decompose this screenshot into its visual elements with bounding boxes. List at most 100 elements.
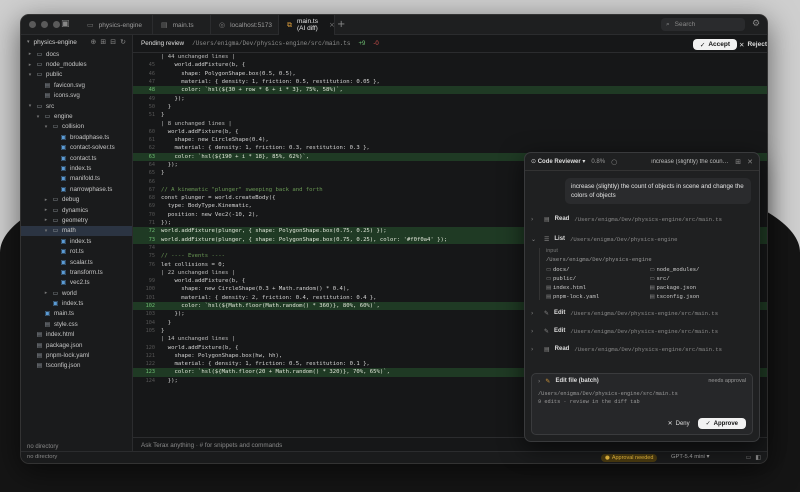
file-item[interactable]: ▣ index.ts: [21, 298, 132, 308]
file-item[interactable]: ▣ broadphase.ts: [21, 132, 132, 142]
file-item[interactable]: ▣ manifold.ts: [21, 174, 132, 184]
project-name: physics-engine: [33, 38, 77, 46]
tree-item-label: index.ts: [62, 300, 84, 308]
accept-button[interactable]: ✓ Accept: [692, 39, 737, 50]
chat-title: increase (slightly) the count o...: [651, 158, 730, 165]
model-selector[interactable]: GPT-5.4 mini ▾: [671, 454, 709, 460]
tree-item-label: docs: [46, 50, 60, 58]
code-text: });: [161, 162, 178, 168]
file-icon: ▤: [161, 21, 168, 29]
file-item[interactable]: ▣ contact-solver.ts: [21, 143, 132, 153]
terminal-icon[interactable]: ▭: [746, 454, 752, 461]
collapse-icon[interactable]: ⊟: [110, 38, 116, 46]
tab-ai-diff[interactable]: ⧉ main.ts (AI diff) ×: [279, 15, 335, 35]
file-item[interactable]: ▣ transform.ts: [21, 267, 132, 277]
file-item[interactable]: ▤ style.css: [21, 319, 132, 329]
folder-item[interactable]: ▾ ▭ public: [21, 70, 132, 80]
tree-item-label: geometry: [62, 216, 88, 224]
edit-card-body: /Users/enigma/Dev/physics-engine/src/mai…: [538, 391, 678, 405]
file-icon: ▣: [60, 248, 67, 256]
unchanged-lines-marker[interactable]: | 44 unchanged lines |: [133, 53, 767, 61]
file-item[interactable]: ▣ contact.ts: [21, 153, 132, 163]
chevron-down-icon[interactable]: ▾: [27, 39, 30, 45]
tree-item-label: index.ts: [70, 164, 92, 172]
chevron-right-icon: ▸: [44, 290, 48, 297]
approval-badge[interactable]: ● Approval needed: [601, 453, 658, 462]
tab-localhost[interactable]: ◎ localhost:5173: [211, 15, 279, 35]
folder-item[interactable]: ▸ ▭ debug: [21, 194, 132, 204]
directory-status: no directory: [27, 454, 58, 460]
file-item[interactable]: ▣ main.ts: [21, 309, 132, 319]
reject-button[interactable]: ✕ Reject: [739, 39, 767, 50]
code-text: });: [161, 95, 185, 102]
tool-edit-2[interactable]: › ✎ Edit /Users/enigma/Dev/physics-engin…: [531, 324, 753, 338]
sidebar-toggle-icon[interactable]: ▣: [61, 19, 70, 29]
file-item[interactable]: ▤ pnpm-lock.yaml: [21, 350, 132, 360]
maximize-window-button[interactable]: [53, 21, 60, 28]
file-icon: ▣: [44, 310, 51, 318]
check-icon: ✓: [699, 40, 706, 49]
folder-item[interactable]: ▸ ▭ dynamics: [21, 205, 132, 215]
file-item[interactable]: ▣ vec2.ts: [21, 278, 132, 288]
deletions-count: -0: [373, 40, 379, 47]
chevron-right-icon: ›: [531, 309, 534, 317]
folder-item[interactable]: ▸ ▭ geometry: [21, 215, 132, 225]
close-window-button[interactable]: [29, 21, 36, 28]
refresh-icon[interactable]: ↻: [120, 38, 126, 46]
tool-read-1[interactable]: › ▤ Read /Users/enigma/Dev/physics-engin…: [531, 212, 753, 226]
list-entry: ▤ tsconfig.json: [649, 293, 700, 300]
file-item[interactable]: ▤ index.html: [21, 330, 132, 340]
file-item[interactable]: ▣ narrowphase.ts: [21, 184, 132, 194]
folder-item[interactable]: ▾ ▭ collision: [21, 122, 132, 132]
file-explorer: ▾ physics-engine ⊕ ⊞ ⊟ ↻ ▸ ▭ docs ▸ ▭ node_mo…: [21, 35, 133, 453]
deny-button[interactable]: ✕ Deny: [668, 420, 690, 427]
code-text: material: { density: 2, friction: 0.4, r…: [161, 294, 377, 301]
folder-item[interactable]: ▾ ▭ src: [21, 101, 132, 111]
window-controls[interactable]: [29, 21, 60, 28]
settings-icon[interactable]: ⚙: [752, 19, 760, 29]
file-item[interactable]: ▣ index.ts: [21, 236, 132, 246]
history-icon[interactable]: ⊞: [735, 158, 741, 166]
file-item[interactable]: ▣ index.ts: [21, 163, 132, 173]
folder-item[interactable]: ▾ ▭ math: [21, 225, 132, 237]
line-number: 63: [148, 153, 155, 160]
folder-item[interactable]: ▸ ▭ world: [21, 288, 132, 298]
context-ring-icon: ○: [611, 157, 618, 166]
line-number: 123: [145, 369, 155, 376]
minimize-window-button[interactable]: [41, 21, 48, 28]
unchanged-lines-marker[interactable]: | 8 unchanged lines |: [133, 119, 767, 127]
tree-item-label: index.html: [46, 331, 75, 339]
search-input[interactable]: ⌕ Search: [661, 18, 745, 31]
file-item[interactable]: ▣ rot.ts: [21, 246, 132, 256]
close-tab-icon[interactable]: ×: [329, 21, 335, 29]
explorer-header: ▾ physics-engine ⊕ ⊞ ⊟ ↻: [21, 35, 132, 49]
approve-button[interactable]: ✓ Approve: [697, 418, 746, 429]
code-text: world.addFixture(plunger, { shape: Polyg…: [161, 236, 448, 243]
file-item[interactable]: ▤ icons.svg: [21, 91, 132, 101]
code-text: type: BodyType.Kinematic,: [161, 203, 252, 210]
chat-icon[interactable]: ◧: [755, 454, 761, 461]
tool-read-2[interactable]: › ▤ Read /Users/enigma/Dev/physics-engin…: [531, 342, 753, 356]
folder-item[interactable]: ▸ ▭ node_modules: [21, 59, 132, 69]
folder-item[interactable]: ▸ ▭ docs: [21, 49, 132, 59]
folder-item[interactable]: ▾ ▭ engine: [21, 111, 132, 121]
file-item[interactable]: ▤ tsconfig.json: [21, 361, 132, 371]
new-file-icon[interactable]: ⊕: [91, 38, 97, 46]
tool-edit-1[interactable]: › ✎ Edit /Users/enigma/Dev/physics-engin…: [531, 306, 753, 320]
line-number: 105: [145, 327, 155, 334]
tool-list[interactable]: ⌄ ☰ List /Users/enigma/Dev/physics-engin…: [531, 232, 753, 246]
new-folder-icon[interactable]: ⊞: [100, 38, 106, 46]
file-item[interactable]: ▣ scalar.ts: [21, 257, 132, 267]
close-icon[interactable]: ✕: [747, 158, 753, 166]
tab-project[interactable]: ▭ physics-engine: [79, 15, 153, 35]
line-number: 68: [148, 195, 155, 202]
chevron-right-icon: ›: [531, 215, 534, 223]
file-item[interactable]: ▤ favicon.svg: [21, 80, 132, 90]
new-tab-button[interactable]: +: [337, 19, 345, 30]
tab-main-ts[interactable]: ▤ main.ts: [153, 15, 211, 35]
code-text: const plunger = world.createBody({: [161, 195, 276, 202]
file-item[interactable]: ▤ package.json: [21, 340, 132, 350]
chevron-right-icon[interactable]: ›: [538, 378, 540, 385]
agent-selector[interactable]: ⊙ Code Reviewer ▾: [531, 158, 585, 165]
edit-card-actions: ✕ Deny ✓ Approve: [668, 418, 746, 429]
